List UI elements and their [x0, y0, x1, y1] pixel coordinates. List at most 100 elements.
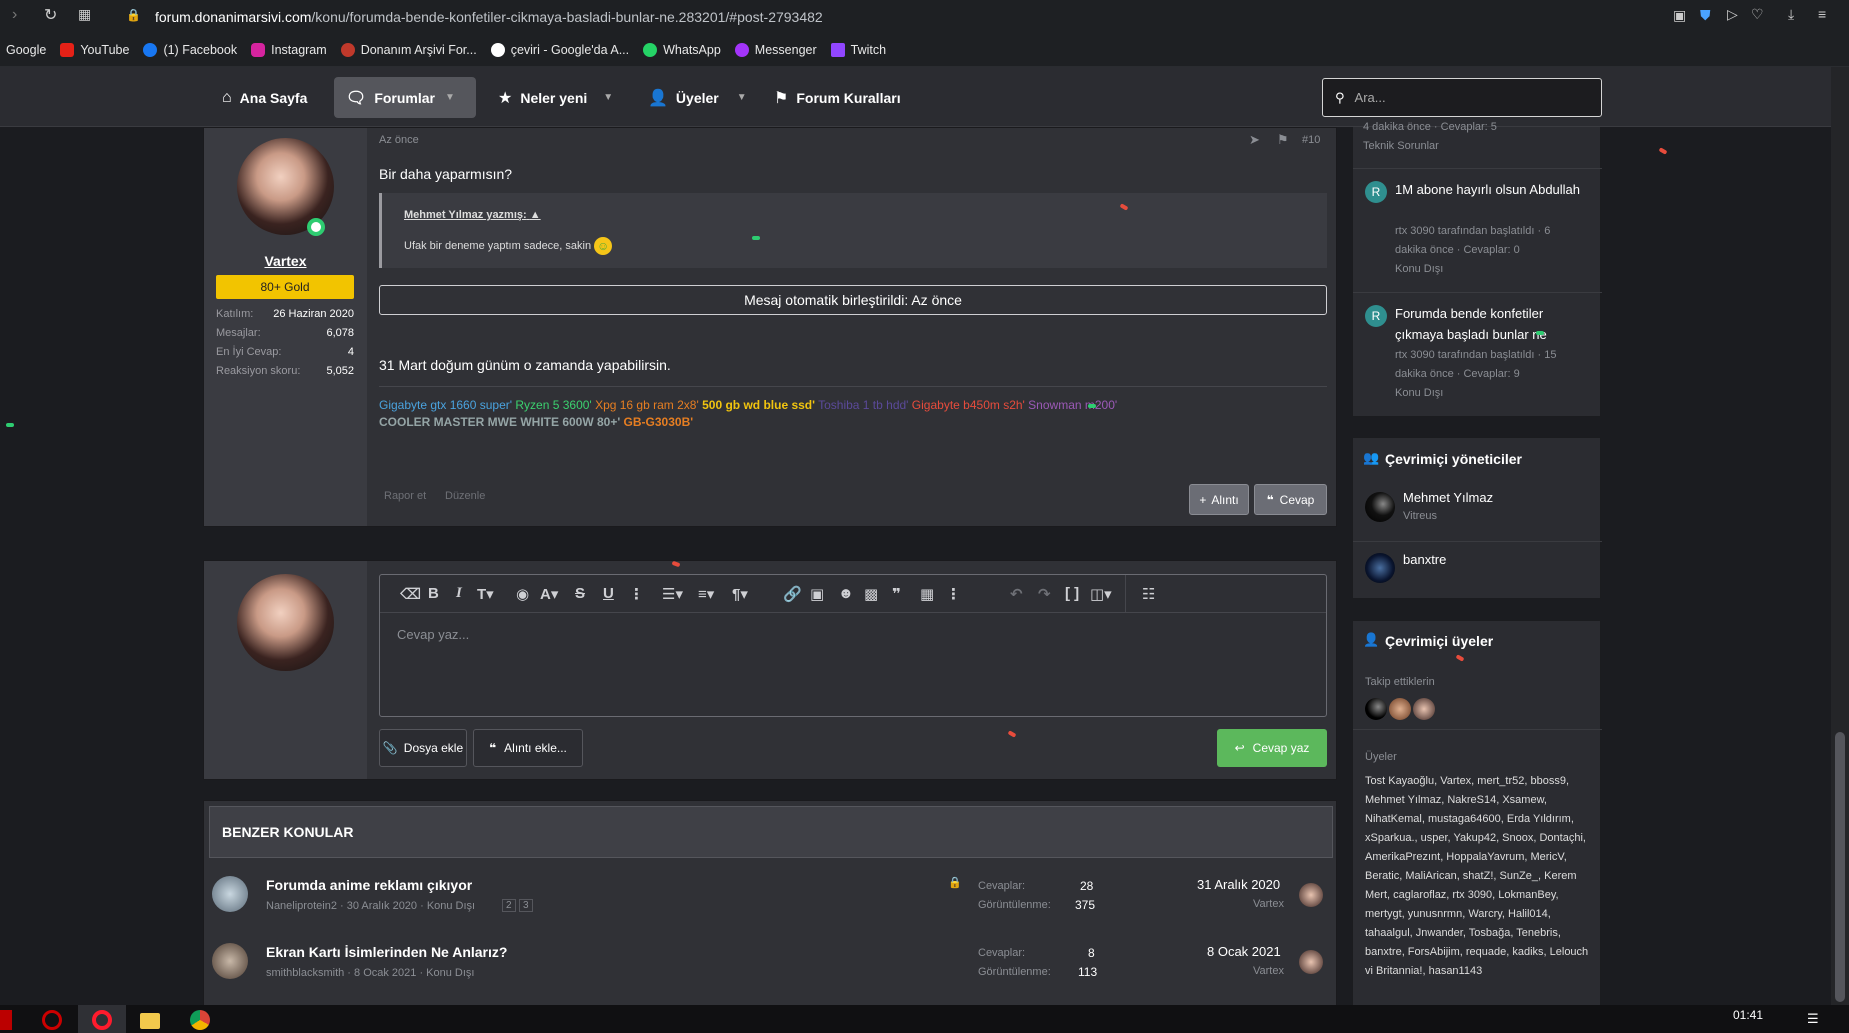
media-icon[interactable]: ▩	[864, 585, 878, 603]
page-link[interactable]: 2	[502, 899, 516, 912]
quote-icon[interactable]: ❞	[892, 585, 901, 603]
avatar[interactable]	[212, 876, 248, 912]
editor-placeholder[interactable]: Cevap yaz...	[397, 627, 469, 642]
list-item[interactable]: Ekran Kartı İsimlerinden Ne Anlarız? smi…	[204, 933, 1338, 993]
bookmark-twitch[interactable]: Twitch	[830, 43, 886, 57]
image-icon[interactable]: ▣	[810, 585, 824, 603]
bookmark-whatsapp[interactable]: WhatsApp	[643, 43, 721, 57]
insert-quote-button[interactable]: ❝ Alıntı ekle...	[473, 729, 583, 767]
search-input[interactable]: ⚲ Ara...	[1322, 78, 1602, 117]
avatar[interactable]	[1365, 553, 1395, 583]
address-bar[interactable]: forum.donanimarsivi.com/konu/forumda-ben…	[155, 9, 823, 25]
italic-icon[interactable]: I	[456, 585, 462, 602]
bold-icon[interactable]: B	[428, 585, 439, 602]
last-poster[interactable]: Vartex	[1253, 965, 1284, 977]
thread-title[interactable]: Forumda anime reklamı çıkıyor	[266, 877, 472, 893]
opera-gx-icon[interactable]	[42, 1010, 62, 1030]
last-post-date[interactable]: 31 Aralık 2020	[1197, 877, 1280, 892]
avatar[interactable]	[1299, 883, 1323, 907]
thread-meta[interactable]: Naneliprotein2 · 30 Aralık 2020 · Konu D…	[266, 900, 475, 912]
bookmark-google[interactable]: Google	[6, 43, 46, 57]
avatar[interactable]	[1365, 698, 1387, 720]
nav-whats-new[interactable]: ★ Neler yeni ▼	[486, 77, 625, 118]
heart-icon[interactable]: ♡	[1751, 6, 1764, 23]
avatar[interactable]	[1389, 698, 1411, 720]
thread-title[interactable]: Ekran Kartı İsimlerinden Ne Anlarız?	[266, 944, 507, 960]
chevron-down-icon[interactable]: ▼	[603, 92, 613, 103]
reply-button[interactable]: ❝ Cevap	[1254, 484, 1327, 515]
latest-forum[interactable]: Konu Dışı	[1395, 263, 1443, 275]
folder-icon[interactable]	[140, 1013, 160, 1029]
bookmark-instagram[interactable]: Instagram	[251, 43, 327, 57]
avatar[interactable]	[1365, 492, 1395, 522]
lock-icon[interactable]: 🔒	[126, 8, 141, 22]
members-list[interactable]: Tost Kayaoğlu, Vartex, mert_tr52, bboss9…	[1365, 772, 1593, 981]
palette-icon[interactable]: ◉	[516, 585, 529, 603]
text-size-icon[interactable]: T▾	[477, 585, 494, 603]
nav-forums[interactable]: 🗨 Forumlar ▼	[334, 77, 476, 118]
submit-reply-button[interactable]: ↩ Cevap yaz	[1217, 729, 1327, 767]
opera-icon[interactable]	[78, 1005, 126, 1033]
smiley-icon[interactable]: ☻	[838, 585, 854, 602]
notification-icon[interactable]: ☰	[1807, 1011, 1819, 1027]
eraser-icon[interactable]: ⌫	[400, 585, 421, 603]
reload-icon[interactable]: ↻	[44, 5, 57, 25]
chrome-icon[interactable]	[190, 1010, 210, 1030]
quote-button[interactable]: + Alıntı	[1189, 484, 1249, 515]
tabs-grid-icon[interactable]: ▦	[78, 6, 91, 23]
chevron-down-icon[interactable]: ▼	[737, 92, 747, 103]
avatar[interactable]	[237, 574, 334, 671]
redo-icon[interactable]: ↷	[1038, 585, 1051, 603]
edit-link[interactable]: Düzenle	[445, 490, 485, 502]
align-icon[interactable]: ≡▾	[698, 585, 714, 603]
table-icon[interactable]: ▦	[920, 585, 934, 603]
share-icon[interactable]: ➤	[1249, 132, 1260, 148]
online-title[interactable]: Çevrimiçi üyeler	[1385, 633, 1493, 649]
attach-file-button[interactable]: 📎 Dosya ekle	[379, 729, 467, 767]
staff-name[interactable]: Mehmet Yılmaz	[1403, 490, 1493, 505]
menu-icon[interactable]: ≡	[1818, 6, 1826, 22]
more-vertical-icon[interactable]: ⋮	[629, 585, 644, 603]
quote-author[interactable]: Mehmet Yılmaz yazmış: ▲	[404, 209, 541, 221]
bookmark-icon[interactable]: ⚑	[1277, 132, 1289, 148]
forward-icon[interactable]: ›	[12, 6, 17, 24]
username[interactable]: Vartex	[204, 253, 367, 269]
bookmark-youtube[interactable]: YouTube	[60, 43, 129, 57]
page-link[interactable]: 3	[519, 899, 533, 912]
nav-home[interactable]: ⌂ Ana Sayfa	[210, 77, 319, 118]
font-icon[interactable]: A▾	[540, 585, 558, 603]
nav-members[interactable]: 👤 Üyeler ▼	[636, 77, 759, 118]
staff-member[interactable]: banxtre	[1353, 543, 1602, 599]
last-post-date[interactable]: 8 Ocak 2021	[1207, 944, 1281, 959]
link-icon[interactable]: 🔗	[783, 585, 802, 603]
clock[interactable]: 01:41	[1733, 1008, 1763, 1022]
staff-name[interactable]: banxtre	[1403, 552, 1446, 567]
latest-forum[interactable]: Teknik Sorunlar	[1363, 140, 1439, 152]
avatar[interactable]: R	[1365, 181, 1387, 203]
bookmark-facebook[interactable]: (1) Facebook	[143, 43, 237, 57]
bookmark-ceviri[interactable]: çeviri - Google'da A...	[490, 43, 629, 57]
staff-title[interactable]: Çevrimiçi yöneticiler	[1385, 451, 1522, 467]
avatar[interactable]	[1413, 698, 1435, 720]
latest-title[interactable]: 1M abone hayırlı olsun Abdullah	[1395, 179, 1595, 200]
scrollbar-thumb[interactable]	[1835, 732, 1845, 1002]
preview-icon[interactable]: ☷	[1142, 585, 1155, 603]
more-vertical-icon[interactable]: ⋮	[946, 585, 961, 603]
thread-meta[interactable]: smithblacksmith · 8 Ocak 2021 · Konu Dış…	[266, 967, 474, 979]
send-icon[interactable]: ▷	[1727, 6, 1738, 23]
avatar[interactable]	[1299, 950, 1323, 974]
bookmark-messenger[interactable]: Messenger	[734, 43, 817, 57]
latest-item[interactable]: R 1M abone hayırlı olsun Abdullah rtx 30…	[1353, 169, 1602, 292]
save-draft-icon[interactable]: ◫▾	[1090, 585, 1112, 603]
strikethrough-icon[interactable]: S	[575, 585, 585, 602]
page-scrollbar[interactable]	[1831, 67, 1849, 1005]
shield-icon[interactable]: ⛊	[1700, 7, 1711, 24]
report-link[interactable]: Rapor et	[384, 490, 426, 502]
download-icon[interactable]: ⤓	[1788, 6, 1794, 23]
bookmark-donanim[interactable]: Donanım Arşivi For...	[340, 43, 477, 57]
post-time[interactable]: Az önce	[379, 134, 419, 146]
avatar[interactable]	[212, 943, 248, 979]
post-number[interactable]: #10	[1302, 134, 1320, 146]
bbcode-icon[interactable]: [ ]	[1065, 585, 1079, 602]
last-poster[interactable]: Vartex	[1253, 898, 1284, 910]
